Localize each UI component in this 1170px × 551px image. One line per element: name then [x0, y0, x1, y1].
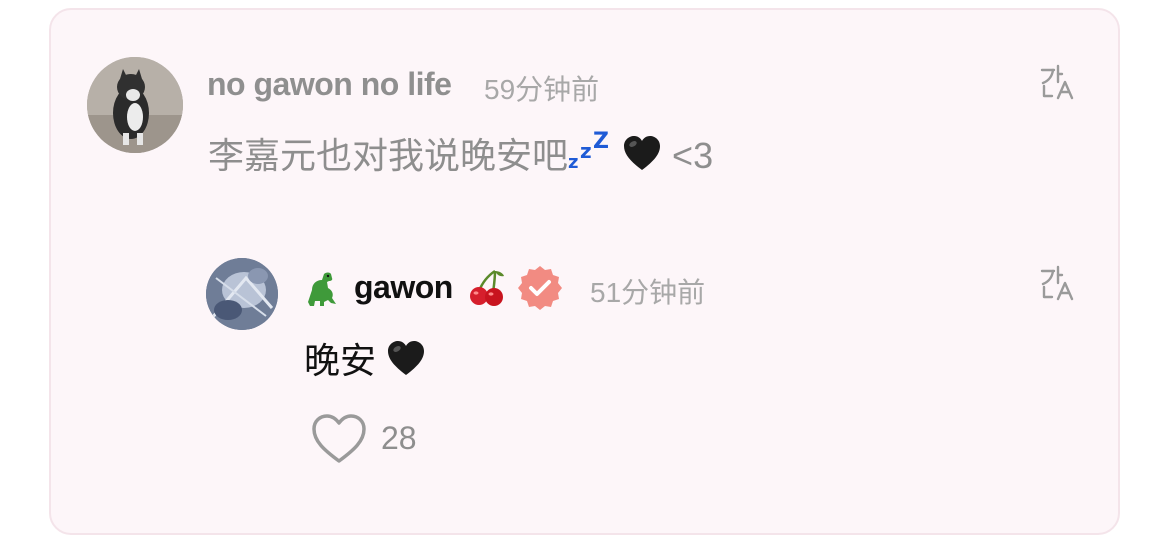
svg-text:z: z — [568, 152, 578, 170]
translate-icon[interactable] — [1038, 62, 1078, 102]
comment-suffix: <3 — [672, 135, 714, 176]
replier-avatar[interactable] — [206, 258, 278, 330]
reply-body: 晚安 — [304, 340, 377, 381]
like-count: 28 — [381, 420, 417, 456]
heart-outline-icon[interactable] — [310, 412, 368, 466]
cherry-emoji — [470, 269, 504, 306]
comment-text: 李嘉元也对我说晚安吧 z z Z <3 — [208, 127, 713, 179]
reply-timestamp: 51分钟前 — [590, 277, 706, 308]
commenter-avatar[interactable] — [87, 57, 183, 153]
svg-text:Z: Z — [593, 130, 609, 154]
svg-text:z: z — [580, 139, 592, 163]
translate-icon[interactable] — [1038, 263, 1078, 303]
black-heart-emoji — [388, 341, 425, 375]
zzz-emoji: z z Z — [568, 130, 609, 170]
dinosaur-emoji — [308, 272, 336, 306]
reply-text: 晚安 — [304, 332, 426, 384]
comment-timestamp: 59分钟前 — [484, 74, 600, 105]
comment-body: 李嘉元也对我说晚安吧 — [208, 135, 569, 176]
verified-badge-icon — [518, 266, 562, 310]
replier-username[interactable]: gawon — [354, 269, 453, 306]
black-heart-emoji — [624, 136, 661, 170]
commenter-username[interactable]: no gawon no life — [207, 66, 452, 103]
